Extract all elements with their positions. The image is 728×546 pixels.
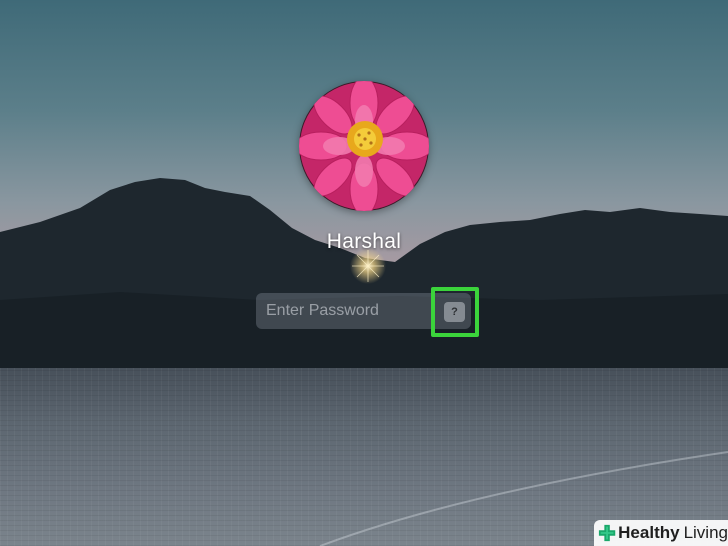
watermark-word-2: Living bbox=[683, 523, 728, 542]
watermark-word-1: Healthy bbox=[618, 523, 680, 542]
password-hint-button[interactable]: ? bbox=[444, 302, 465, 322]
green-cross-icon bbox=[598, 524, 616, 542]
question-mark-icon: ? bbox=[451, 306, 458, 318]
pink-flower-avatar-icon bbox=[299, 81, 429, 211]
watermark-badge: Healthy Living bbox=[594, 520, 728, 546]
user-avatar[interactable] bbox=[299, 81, 429, 211]
light-glow bbox=[350, 248, 386, 284]
